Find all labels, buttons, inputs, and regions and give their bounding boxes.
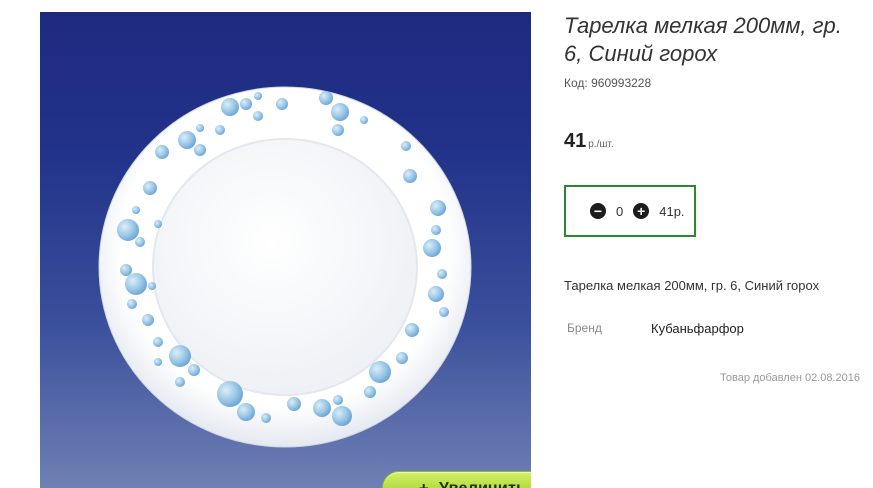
zoom-button[interactable]: + Увеличить <box>382 471 531 488</box>
plus-circle-icon[interactable]: + <box>633 203 650 219</box>
quantity-selector: − 0 + 41р. <box>564 185 696 237</box>
product-description: Тарелка мелкая 200мм, гр. 6, Синий горох <box>564 278 820 293</box>
minus-circle-icon[interactable]: − <box>590 203 606 219</box>
product-title: Тарелка мелкая 200мм, гр. 6, Синий горох <box>564 13 842 66</box>
price-unit: р./шт. <box>588 139 614 150</box>
quantity-total: 41р. <box>659 203 685 219</box>
product-image[interactable]: + Увеличить <box>40 12 531 488</box>
product-price: 41 р./шт. <box>564 130 614 153</box>
quantity-value: 0 <box>616 203 624 219</box>
brand-label: Бренд <box>567 321 602 335</box>
price-value: 41 <box>564 130 587 152</box>
zoom-label: Увеличить <box>439 480 526 488</box>
product-code-label: Код: <box>564 76 588 90</box>
plate-well <box>152 138 418 396</box>
brand-value: Кубаньфарфор <box>651 321 744 336</box>
plate-illustration <box>98 86 472 448</box>
plus-icon: + <box>419 479 429 488</box>
added-date: Товар добавлен 02.08.2016 <box>720 372 861 384</box>
product-code: Код: 960993228 <box>564 76 651 90</box>
product-code-value: 960993228 <box>591 76 652 90</box>
